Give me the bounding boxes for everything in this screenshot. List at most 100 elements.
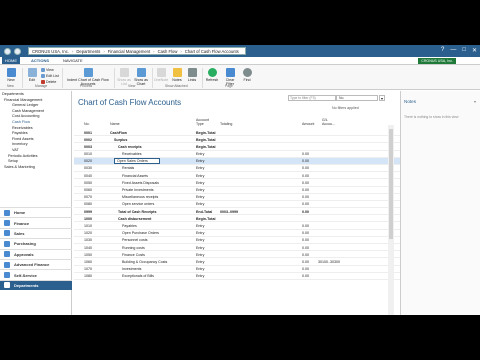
cell-amount[interactable]: 0.00: [302, 188, 309, 192]
table-row[interactable]: 0080 Open service orders Entry 0.00: [74, 201, 400, 209]
breadcrumb-current[interactable]: Chart of Cash Flow Accounts: [185, 49, 239, 54]
table-row[interactable]: 0003 Cash receipts Begin-Total: [74, 143, 400, 151]
nav-purchasing[interactable]: Purchasing: [0, 238, 72, 248]
column-gl-account[interactable]: G/L Accou...: [322, 118, 340, 126]
cell-amount[interactable]: 0.00: [302, 224, 309, 228]
cell-no[interactable]: 0060: [84, 188, 92, 192]
table-row[interactable]: 1010 Payables Entry 0.00: [74, 222, 400, 230]
edit-button[interactable]: Edit: [26, 68, 38, 82]
cell-amount[interactable]: 0.00: [302, 202, 309, 206]
table-row[interactable]: 0002 Surplus Begin-Total: [74, 136, 400, 144]
cell-no[interactable]: 1040: [84, 246, 92, 250]
cell-no[interactable]: 1050: [84, 253, 92, 257]
cell-no[interactable]: 0999: [84, 210, 92, 214]
table-row[interactable]: 0010 Receivables Entry 0.00: [74, 151, 400, 158]
cell-amount[interactable]: 0.00: [302, 195, 309, 199]
cell-name[interactable]: Private Investments: [122, 188, 154, 192]
cell-no[interactable]: 0010: [84, 152, 92, 156]
breadcrumb-company[interactable]: CRONUS USA, Inc.: [32, 49, 69, 54]
cell-name[interactable]: Exceptionals of Bills: [122, 274, 154, 278]
cell-account-type[interactable]: Begin-Total: [196, 138, 216, 142]
cell-amount[interactable]: 0.00: [302, 253, 309, 257]
table-row[interactable]: 1020 Open Purchase Orders Entry 0.00: [74, 230, 400, 237]
cell-totaling[interactable]: 0003..0999: [220, 210, 238, 214]
table-row[interactable]: 0999 Total of Cash Receipts End-Total 0003.…: [74, 208, 400, 216]
forward-icon[interactable]: [14, 47, 21, 55]
cell-amount[interactable]: 0.00: [302, 267, 309, 271]
cell-account-type[interactable]: Entry: [196, 181, 204, 185]
cell-account-type[interactable]: Entry: [196, 152, 204, 156]
cell-no[interactable]: 0030: [84, 166, 92, 170]
table-row[interactable]: 0050 Fixed Assets Disposals Entry 0.00: [74, 179, 400, 187]
breadcrumb-cash-flow[interactable]: Cash Flow: [158, 49, 178, 54]
table-row[interactable]: 0070 Miscellaneous receipts Entry 0.00: [74, 194, 400, 201]
minimize-icon[interactable]: —: [450, 47, 456, 54]
cell-name[interactable]: Open service orders: [122, 202, 154, 206]
notes-menu-icon[interactable]: ▾: [474, 99, 476, 104]
filter-field-select[interactable]: No.: [336, 95, 378, 101]
cell-no[interactable]: 1030: [84, 238, 92, 242]
cell-name[interactable]: Fixed Assets Disposals: [122, 181, 159, 185]
cell-amount[interactable]: 0.00: [302, 166, 309, 170]
cell-account-type[interactable]: Entry: [196, 174, 204, 178]
cell-amount[interactable]: 0.00: [302, 260, 309, 264]
maximize-icon[interactable]: □: [462, 47, 466, 54]
table-row[interactable]: 1000 Cash disbursement Begin-Total: [74, 215, 400, 223]
cell-amount[interactable]: 0.00: [302, 210, 309, 214]
cell-account-type[interactable]: Entry: [196, 260, 204, 264]
cell-account-type[interactable]: Entry: [196, 195, 204, 199]
table-row[interactable]: 1080 Exceptionals of Bills Entry 0.00: [74, 273, 400, 280]
cell-account-type[interactable]: Entry: [196, 224, 204, 228]
nav-approvals[interactable]: Approvals: [0, 248, 72, 259]
table-row[interactable]: 1050 Finance Costs Entry 0.00: [74, 251, 400, 259]
nav-departments[interactable]: Departments: [0, 279, 72, 291]
help-icon[interactable]: ?: [441, 47, 444, 54]
cell-account-type[interactable]: Entry: [196, 274, 204, 278]
cell-no[interactable]: 0001: [84, 131, 92, 135]
tree-item[interactable]: Sales & Marketing: [2, 165, 44, 171]
cell-no[interactable]: 1070: [84, 267, 92, 271]
nav-sales[interactable]: Sales: [0, 227, 72, 238]
back-icon[interactable]: [4, 47, 11, 55]
cell-no[interactable]: 1060: [84, 260, 92, 264]
cell-no[interactable]: 0070: [84, 195, 92, 199]
cell-name[interactable]: Cash receipts: [118, 145, 142, 149]
cell-amount[interactable]: 0.00: [302, 238, 309, 242]
cell-no[interactable]: 0003: [84, 145, 92, 149]
nav-self-service[interactable]: Self-Service: [0, 269, 72, 279]
new-button[interactable]: New: [4, 68, 18, 82]
cell-account-type[interactable]: Begin-Total: [196, 131, 216, 135]
cell-name[interactable]: Finance Costs: [122, 253, 145, 257]
cell-name[interactable]: Total of Cash Receipts: [118, 210, 156, 214]
nav-finance[interactable]: Finance: [0, 217, 72, 227]
cell-no[interactable]: 0040: [84, 174, 92, 178]
cell-account-type[interactable]: Entry: [196, 238, 204, 242]
cell-no[interactable]: 0050: [84, 181, 92, 185]
notes-button[interactable]: Notes: [171, 68, 183, 82]
cell-no[interactable]: 0080: [84, 202, 92, 206]
nav-advanced-finance[interactable]: Advanced Finance: [0, 258, 72, 269]
cell-name[interactable]: Payables: [122, 224, 137, 228]
cell-amount[interactable]: 0.00: [302, 159, 309, 163]
cell-account-type[interactable]: Entry: [196, 188, 204, 192]
cell-account-type[interactable]: Entry: [196, 231, 204, 235]
cell-amount[interactable]: 0.00: [302, 274, 309, 278]
cell-no[interactable]: 0020: [84, 159, 92, 163]
table-row[interactable]: 0060 Private Investments Entry 0.00: [74, 187, 400, 194]
cell-name[interactable]: Surplus: [114, 138, 127, 142]
cell-name[interactable]: Receivables: [122, 152, 142, 156]
cell-name[interactable]: Rentals: [122, 166, 134, 170]
column-account-type[interactable]: Account Type: [196, 118, 216, 126]
table-row[interactable]: 1060 Building & Occupancy Costs Entry 0.00 3…: [74, 258, 400, 266]
cell-amount[interactable]: 0.00: [302, 181, 309, 185]
table-row[interactable]: 0040 Financial Assets Entry 0.00: [74, 172, 400, 180]
cell-no[interactable]: 1080: [84, 274, 92, 278]
table-row[interactable]: 1070 Investments Entry 0.00: [74, 266, 400, 273]
cell-no[interactable]: 1020: [84, 231, 92, 235]
cell-name[interactable]: CashFlow: [110, 131, 127, 135]
column-amount[interactable]: Amount: [302, 122, 314, 126]
cell-account-type[interactable]: Entry: [196, 166, 204, 170]
table-row[interactable]: 0001 CashFlow Begin-Total: [74, 129, 400, 137]
cell-account-type[interactable]: Begin-Total: [196, 217, 216, 221]
cell-amount[interactable]: 0.00: [302, 152, 309, 156]
